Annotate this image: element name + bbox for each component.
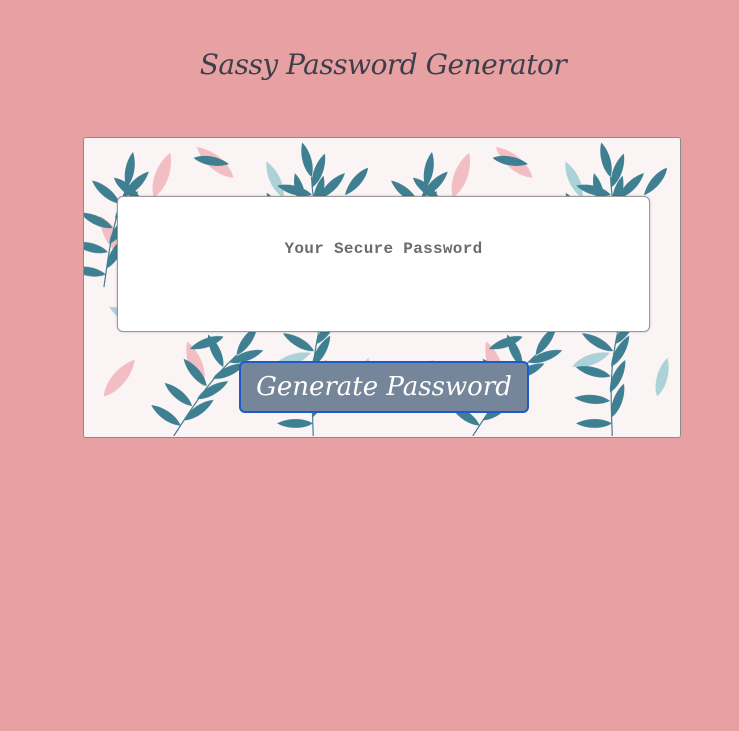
password-display[interactable]: Your Secure Password: [117, 196, 650, 332]
page-title: Sassy Password Generator: [199, 48, 567, 81]
generate-password-button[interactable]: Generate Password: [239, 361, 529, 413]
password-placeholder: Your Secure Password: [284, 240, 483, 258]
password-card: Your Secure Password Generate Password: [83, 137, 681, 438]
